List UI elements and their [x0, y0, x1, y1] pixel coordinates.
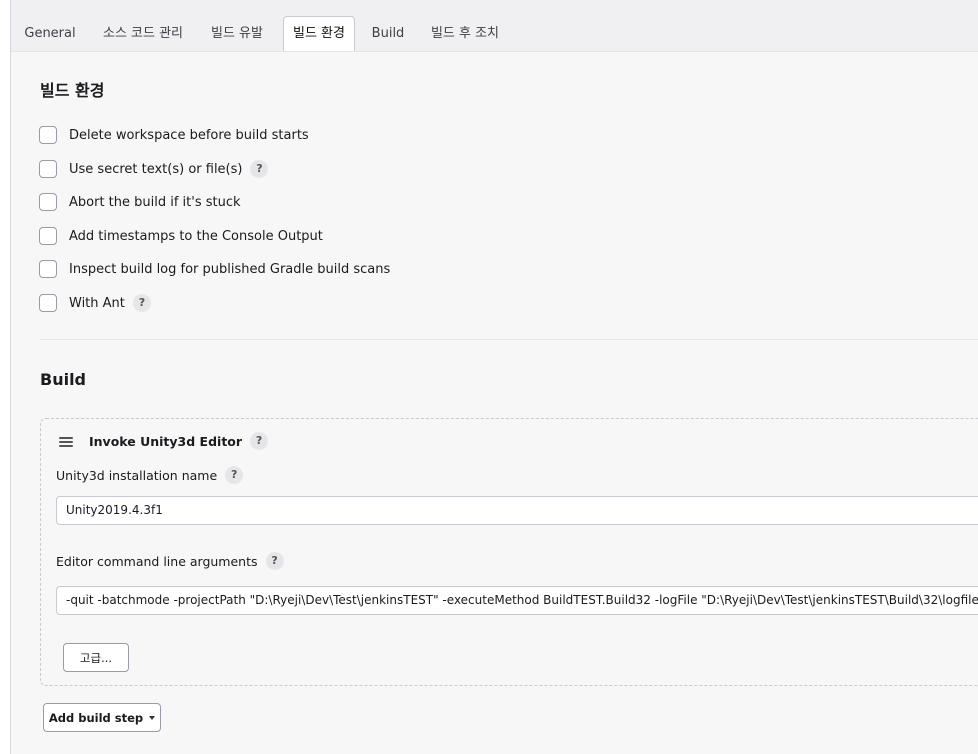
build-step-title-text: Invoke Unity3d Editor — [89, 433, 243, 449]
option-label: With Ant — [69, 295, 125, 311]
command-line-args-label-text: Editor command line arguments — [56, 553, 258, 569]
tab-general[interactable]: General — [19, 17, 81, 51]
section-divider — [40, 339, 978, 340]
help-icon[interactable]: ? — [265, 552, 284, 570]
with-ant-checkbox[interactable] — [39, 294, 57, 312]
option-label: Delete workspace before build starts — [69, 127, 309, 143]
option-label: Use secret text(s) or file(s) — [69, 161, 243, 177]
advanced-button[interactable]: 고급... — [63, 643, 129, 672]
option-label: Inspect build log for published Gradle b… — [69, 261, 391, 277]
build-section-title: Build — [40, 370, 87, 389]
option-secret-text[interactable]: Use secret text(s) or file(s) ? — [39, 159, 269, 179]
option-delete-workspace[interactable]: Delete workspace before build starts — [39, 125, 309, 145]
help-icon[interactable]: ? — [225, 466, 244, 484]
config-content: 빌드 환경 Delete workspace before build star… — [11, 52, 978, 754]
tab-post-build-actions[interactable]: 빌드 후 조치 — [429, 17, 501, 51]
help-icon[interactable]: ? — [250, 432, 269, 450]
build-step-unity3d: Invoke Unity3d Editor ? Unity3d installa… — [40, 418, 978, 686]
tab-build[interactable]: Build — [371, 17, 405, 51]
build-environment-title: 빌드 환경 — [40, 81, 105, 100]
left-rail — [0, 0, 11, 754]
build-step-title: Invoke Unity3d Editor ? — [89, 432, 269, 450]
option-abort-stuck[interactable]: Abort the build if it's stuck — [39, 192, 241, 212]
option-gradle-scans[interactable]: Inspect build log for published Gradle b… — [39, 259, 390, 279]
tab-build-environment[interactable]: 빌드 환경 — [283, 16, 355, 51]
help-icon[interactable]: ? — [132, 294, 151, 312]
add-build-step-label: Add build step — [48, 710, 144, 725]
installation-name-input[interactable]: Unity2019.4.3f1 — [56, 496, 978, 525]
gradle-scans-checkbox[interactable] — [39, 260, 57, 278]
caret-down-icon — [149, 715, 156, 720]
drag-handle-icon[interactable] — [59, 437, 73, 447]
command-line-args-label: Editor command line arguments ? — [56, 552, 284, 570]
option-label: Add timestamps to the Console Output — [69, 228, 323, 244]
command-line-args-input[interactable]: -quit -batchmode -projectPath "D:\Ryeji\… — [56, 586, 978, 615]
delete-workspace-checkbox[interactable] — [39, 126, 57, 144]
option-add-timestamps[interactable]: Add timestamps to the Console Output — [39, 226, 323, 246]
option-with-ant[interactable]: With Ant ? — [39, 293, 151, 313]
abort-stuck-checkbox[interactable] — [39, 193, 57, 211]
installation-name-label-text: Unity3d installation name — [56, 467, 218, 483]
installation-name-label: Unity3d installation name ? — [56, 466, 244, 484]
tab-build-triggers[interactable]: 빌드 유발 — [207, 17, 267, 51]
tab-source-code-management[interactable]: 소스 코드 관리 — [97, 17, 189, 51]
option-label: Abort the build if it's stuck — [69, 194, 241, 210]
add-timestamps-checkbox[interactable] — [39, 227, 57, 245]
secret-text-checkbox[interactable] — [39, 160, 57, 178]
add-build-step-button[interactable]: Add build step — [43, 703, 161, 732]
help-icon[interactable]: ? — [250, 160, 269, 178]
config-tabbar: General 소스 코드 관리 빌드 유발 빌드 환경 Build 빌드 후 … — [11, 0, 978, 52]
